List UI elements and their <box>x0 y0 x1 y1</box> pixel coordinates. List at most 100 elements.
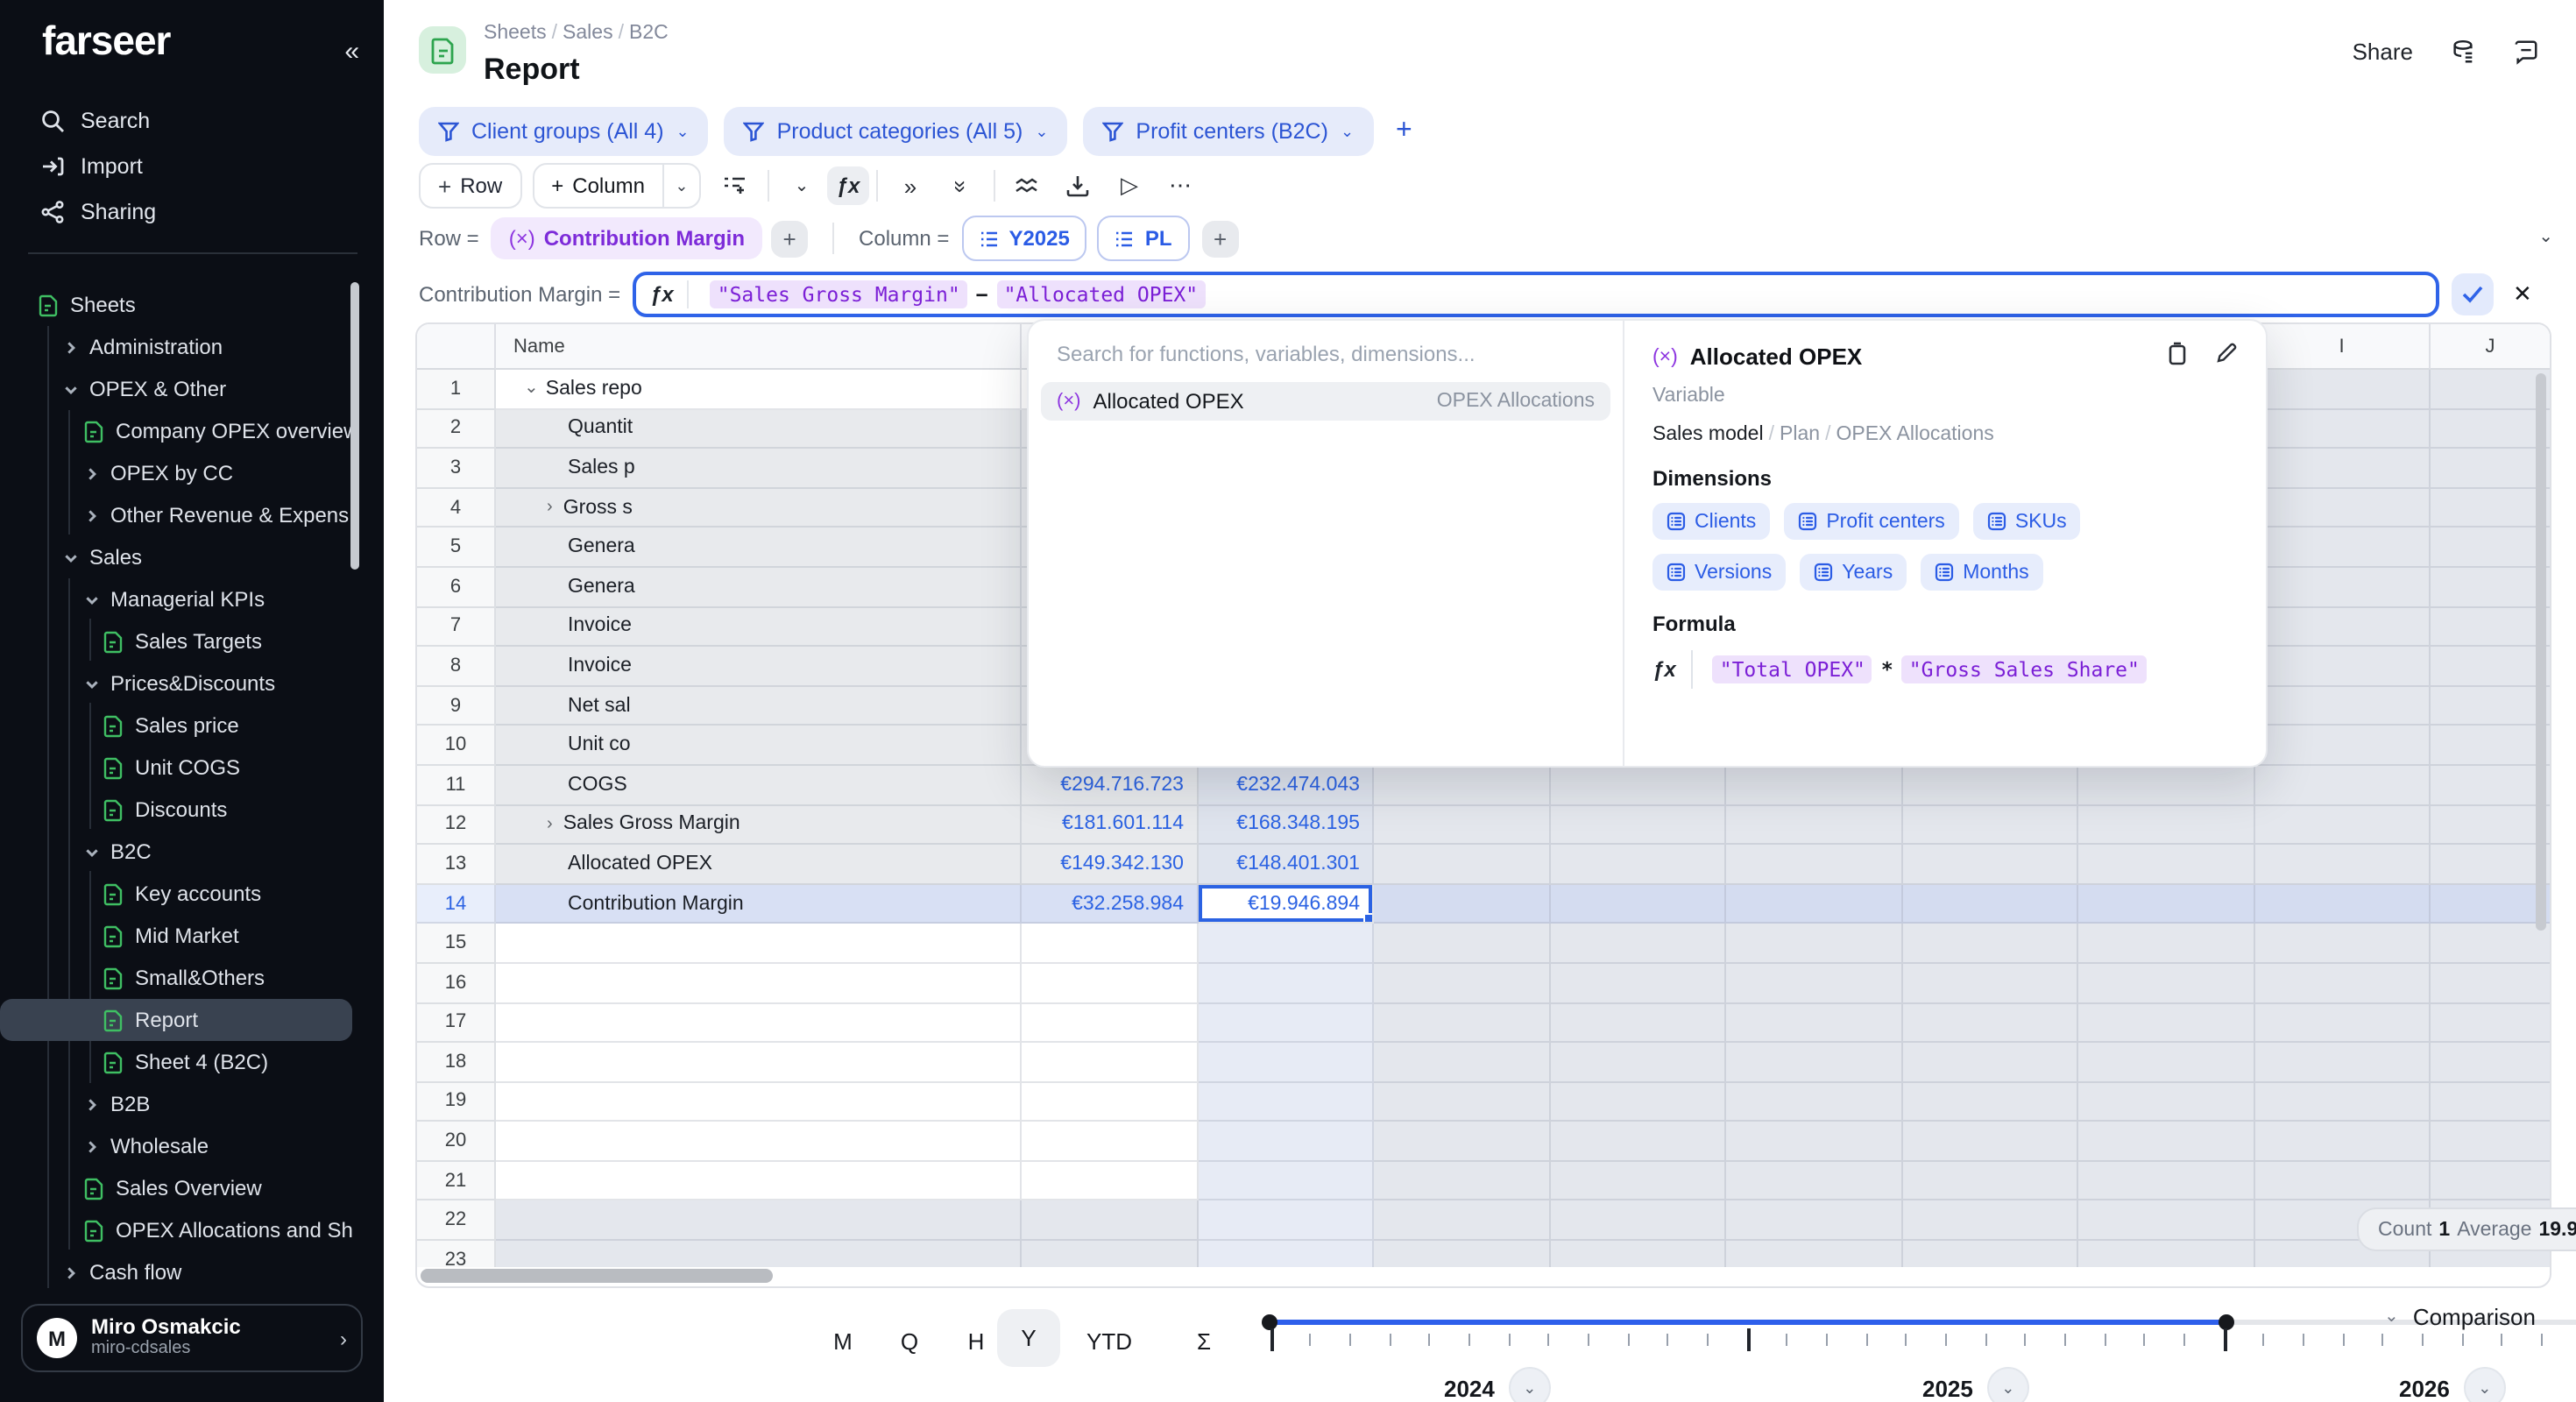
vertical-scrollbar[interactable] <box>2536 373 2546 931</box>
sidebar-item-unit-cogs[interactable]: Unit COGS <box>0 747 384 789</box>
user-card[interactable]: M Miro Osmakcic miro-cdsales › <box>21 1304 363 1372</box>
grid-cell[interactable] <box>1022 964 1198 1003</box>
row-name-cell[interactable]: Genera <box>496 568 1022 607</box>
grid-cell[interactable] <box>2254 1003 2431 1043</box>
period-button-m[interactable]: M <box>811 1328 874 1355</box>
grid-cell[interactable] <box>1726 884 1902 924</box>
grid-cell[interactable] <box>2431 370 2550 409</box>
grid-cell[interactable] <box>1022 1241 1198 1267</box>
row-number[interactable]: 11 <box>417 766 496 805</box>
share-button[interactable]: Share <box>2353 39 2413 65</box>
grid-cell[interactable] <box>1374 964 1550 1003</box>
selected-cell[interactable]: €19.946.894 <box>1198 884 1374 924</box>
row-name-cell[interactable] <box>496 924 1022 964</box>
grid-cell[interactable] <box>1022 1122 1198 1162</box>
sidebar-item-b2b[interactable]: B2B <box>0 1083 384 1125</box>
row-name-cell[interactable] <box>496 1043 1022 1082</box>
sidebar-item-sheets[interactable]: Sheets <box>0 284 384 326</box>
row-name-cell[interactable]: Invoice <box>496 647 1022 686</box>
grid-cell[interactable] <box>1198 1043 1374 1082</box>
grid-cell[interactable] <box>2078 805 2254 845</box>
grid-cell[interactable] <box>1374 1122 1550 1162</box>
grid-cell[interactable] <box>2254 1162 2431 1201</box>
grid-cell[interactable] <box>1726 845 1902 884</box>
search-result-allocated-opex[interactable]: (×) Allocated OPEX OPEX Allocations <box>1041 382 1610 421</box>
grid-cell[interactable] <box>1726 1162 1902 1201</box>
row-name-cell[interactable]: Unit co <box>496 726 1022 766</box>
column-chip-pl[interactable]: PL <box>1098 216 1190 261</box>
collapse-panel-icon[interactable]: ⌄ <box>2538 228 2553 247</box>
sidebar-item-sales[interactable]: Sales <box>0 536 384 578</box>
dimension-chip-months[interactable]: Months <box>1921 554 2042 591</box>
column-header-name[interactable]: Name <box>496 324 1022 370</box>
grid-cell[interactable] <box>2254 845 2431 884</box>
row-name-cell[interactable] <box>496 964 1022 1003</box>
grid-cell[interactable] <box>2431 687 2550 726</box>
grid-cell[interactable] <box>2078 1082 2254 1122</box>
row-number[interactable]: 3 <box>417 449 496 488</box>
add-row-button[interactable]: +Row <box>419 163 521 209</box>
grid-cell[interactable] <box>2254 805 2431 845</box>
grid-cell[interactable] <box>1726 1201 1902 1241</box>
row-name-cell[interactable]: Genera <box>496 528 1022 568</box>
grid-cell[interactable] <box>2254 647 2431 686</box>
grid-cell[interactable] <box>2254 489 2431 528</box>
grid-cell[interactable] <box>1902 1162 2078 1201</box>
grid-cell[interactable] <box>1726 1082 1902 1122</box>
grid-cell[interactable]: €294.716.723 <box>1022 766 1198 805</box>
grid-cell[interactable] <box>1902 884 2078 924</box>
grid-cell[interactable] <box>1374 1082 1550 1122</box>
grid-cell[interactable] <box>2254 924 2431 964</box>
sidebar-item-opex-other[interactable]: OPEX & Other <box>0 368 384 410</box>
row-number[interactable]: 18 <box>417 1043 496 1082</box>
grid-cell[interactable] <box>1902 845 2078 884</box>
grid-cell[interactable] <box>2431 449 2550 488</box>
grid-cell[interactable] <box>2254 726 2431 766</box>
sidebar-item-sales-targets[interactable]: Sales Targets <box>0 620 384 662</box>
grid-cell[interactable] <box>2078 964 2254 1003</box>
sidebar-item-sales-price[interactable]: Sales price <box>0 705 384 747</box>
grid-cell[interactable]: €181.601.114 <box>1022 805 1198 845</box>
grid-cell[interactable] <box>1374 766 1550 805</box>
chevron-down-icon[interactable]: ⌄ <box>789 173 815 199</box>
grid-cell[interactable] <box>2431 1082 2550 1122</box>
grid-cell[interactable] <box>1198 1082 1374 1122</box>
grid-cell[interactable] <box>1374 1241 1550 1267</box>
grid-cell[interactable] <box>2254 687 2431 726</box>
grid-cell[interactable] <box>2078 766 2254 805</box>
formula-toggle-button[interactable]: ƒx <box>827 166 869 205</box>
sidebar-menu-search[interactable]: Search <box>0 98 384 144</box>
row-number[interactable]: 17 <box>417 1003 496 1043</box>
copy-icon[interactable] <box>2166 342 2189 366</box>
sidebar-menu-sharing[interactable]: Sharing <box>0 189 384 235</box>
grid-cell[interactable] <box>1374 1043 1550 1082</box>
grid-cell[interactable] <box>1550 845 1726 884</box>
expand-columns-icon[interactable]: » <box>897 173 924 199</box>
row-dimension-chip[interactable]: (×) Contribution Margin <box>492 217 762 259</box>
breadcrumb-b2c[interactable]: B2C <box>629 23 669 44</box>
period-button-ytd[interactable]: YTD <box>1078 1328 1141 1355</box>
grid-cell[interactable] <box>2431 647 2550 686</box>
grid-cell[interactable] <box>2431 766 2550 805</box>
grid-cell[interactable] <box>2254 1122 2431 1162</box>
grid-cell[interactable] <box>1902 1003 2078 1043</box>
grid-cell[interactable] <box>1726 1003 1902 1043</box>
sidebar-item-prices-discounts[interactable]: Prices&Discounts <box>0 662 384 705</box>
sidebar-item-opex-allocations-and-sh[interactable]: OPEX Allocations and Sh <box>0 1209 384 1251</box>
grid-cell[interactable] <box>1550 1162 1726 1201</box>
grid-cell[interactable] <box>2431 924 2550 964</box>
sidebar-scrollbar[interactable] <box>350 282 359 570</box>
grid-cell[interactable] <box>1374 1003 1550 1043</box>
grid-cell[interactable] <box>1022 1043 1198 1082</box>
compare-icon[interactable] <box>1015 173 1041 199</box>
grid-cell[interactable] <box>1726 1122 1902 1162</box>
grid-cell[interactable] <box>1902 1122 2078 1162</box>
period-button-σ[interactable]: Σ <box>1172 1328 1235 1355</box>
row-name-cell[interactable]: Invoice <box>496 607 1022 647</box>
timeline-selected-range[interactable] <box>1269 1320 2227 1325</box>
year-dropdown-2024[interactable]: ⌄ <box>1509 1367 1551 1402</box>
grid-cell[interactable] <box>1374 1162 1550 1201</box>
dimension-chip-profit-centers[interactable]: Profit centers <box>1784 503 1959 540</box>
breadcrumb-sheets[interactable]: Sheets <box>484 23 547 44</box>
row-name-cell[interactable] <box>496 1241 1022 1267</box>
